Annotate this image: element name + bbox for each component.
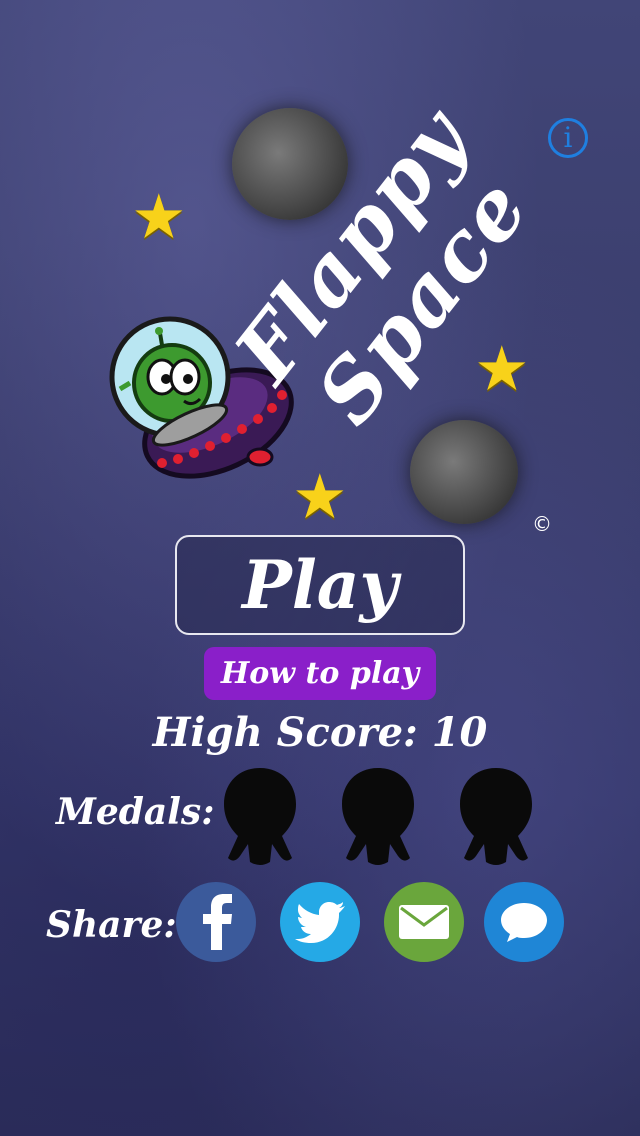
twitter-bird-icon <box>295 902 345 943</box>
email-share-button[interactable] <box>384 882 464 962</box>
high-score-text: High Score: 10 <box>152 709 488 756</box>
how-to-play-button[interactable]: How to play <box>204 647 436 700</box>
locked-medal-icon <box>342 768 414 865</box>
twitter-share-button[interactable] <box>280 882 360 962</box>
share-label: Share: <box>46 904 177 946</box>
star-icon: ★ <box>131 180 187 253</box>
info-button[interactable]: i <box>548 118 588 158</box>
play-button[interactable]: Play <box>175 535 465 635</box>
speech-bubble-icon <box>501 903 547 942</box>
message-share-button[interactable] <box>484 882 564 962</box>
facebook-icon <box>203 894 232 950</box>
star-icon: ★ <box>292 460 348 533</box>
locked-medal-icon <box>224 768 296 865</box>
locked-medal-icon <box>460 768 532 865</box>
facebook-share-button[interactable] <box>176 882 256 962</box>
medals-label: Medals: <box>56 791 215 833</box>
envelope-icon <box>399 905 449 939</box>
copyright-mark: © <box>532 512 552 536</box>
